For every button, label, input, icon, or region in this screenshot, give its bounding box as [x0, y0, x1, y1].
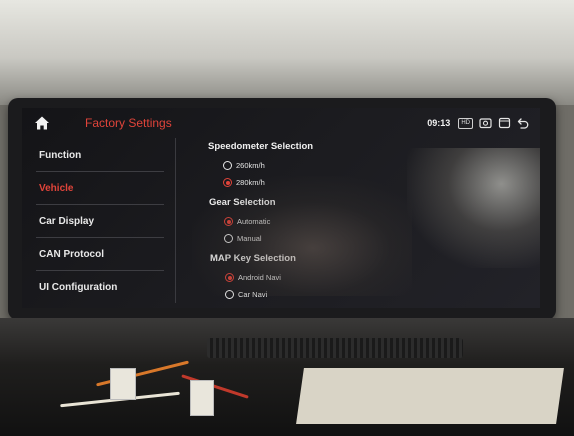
- option-label: Car Navi: [238, 290, 268, 299]
- radio-button[interactable]: [224, 217, 233, 226]
- sidebar-item-can-protocol[interactable]: CAN Protocol: [22, 238, 172, 271]
- radio-button[interactable]: [224, 234, 233, 243]
- gear-option-automatic[interactable]: Automatic: [224, 217, 270, 226]
- option-label: 280km/h: [236, 178, 265, 187]
- page-title: Factory Settings: [85, 116, 172, 130]
- speedometer-section-title: Speedometer Selection: [208, 141, 314, 152]
- option-label: 260km/h: [236, 161, 265, 170]
- radio-button[interactable]: [225, 290, 234, 299]
- sidebar-item-label: Vehicle: [39, 183, 74, 194]
- settings-content: Speedometer Selection 260km/h 280km/h Ge…: [182, 138, 532, 308]
- clock: 09:13: [427, 118, 451, 128]
- map-key-option-car-navi[interactable]: Car Navi: [225, 290, 267, 299]
- speedometer-option-280[interactable]: 280km/h: [223, 178, 265, 187]
- map-key-section-title: MAP Key Selection: [210, 253, 296, 264]
- radio-button[interactable]: [223, 161, 232, 170]
- sidebar-item-label: Car Display: [39, 216, 95, 227]
- sidebar-item-function[interactable]: Function: [22, 139, 172, 172]
- sidebar: Function Vehicle Car Display CAN Protoco…: [22, 138, 177, 308]
- radio-button[interactable]: [223, 178, 232, 187]
- sidebar-item-vehicle[interactable]: Vehicle: [22, 172, 172, 205]
- head-unit-screen: Factory Settings 09:13 HD Function Vehic…: [22, 108, 540, 308]
- home-icon[interactable]: [34, 115, 50, 131]
- cable-label: [190, 380, 214, 416]
- option-label: Manual: [237, 234, 262, 243]
- option-label: Automatic: [237, 217, 271, 226]
- back-arrow-icon[interactable]: [517, 117, 530, 129]
- camera-icon[interactable]: [479, 117, 492, 129]
- sidebar-item-label: CAN Protocol: [39, 249, 104, 260]
- gear-option-manual[interactable]: Manual: [224, 234, 262, 243]
- gear-section-title: Gear Selection: [209, 197, 276, 208]
- window-icon[interactable]: [498, 117, 511, 129]
- radio-button[interactable]: [225, 273, 234, 282]
- speedometer-option-260[interactable]: 260km/h: [223, 161, 265, 170]
- sidebar-item-label: Function: [39, 150, 82, 161]
- divider: [175, 138, 176, 303]
- car-interior-top: [0, 0, 574, 105]
- air-vent: [207, 338, 463, 358]
- cable-label: [110, 368, 136, 400]
- option-label: Android Navi: [238, 273, 281, 282]
- top-bar: Factory Settings 09:13 HD: [22, 108, 540, 138]
- status-area: 09:13 HD: [427, 114, 530, 132]
- sidebar-item-ui-configuration[interactable]: UI Configuration: [22, 271, 172, 304]
- hd-badge: HD: [458, 117, 473, 129]
- sidebar-item-car-display[interactable]: Car Display: [22, 205, 172, 238]
- storage-tray: [296, 368, 564, 424]
- map-key-option-android-navi[interactable]: Android Navi: [225, 273, 281, 282]
- sidebar-item-label: UI Configuration: [39, 282, 118, 293]
